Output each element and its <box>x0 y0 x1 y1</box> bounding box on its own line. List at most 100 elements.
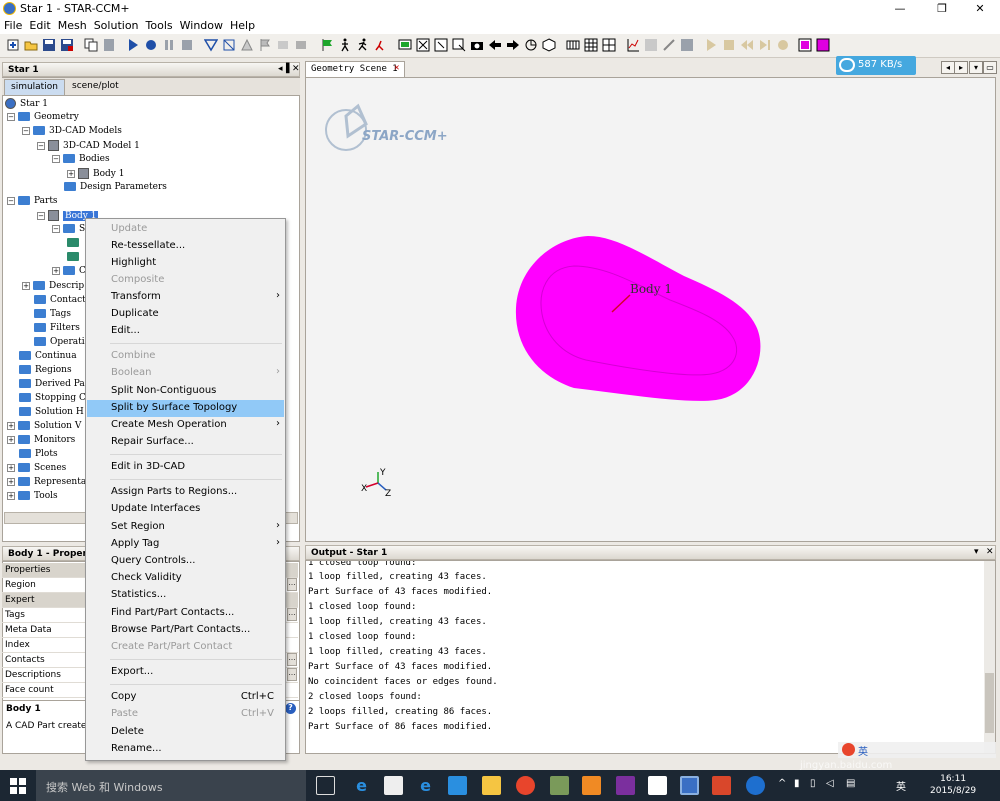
ime-toolbar[interactable]: 英 <box>838 742 996 758</box>
menu-help[interactable]: Help <box>226 18 258 32</box>
menu-item-split-non-contiguous[interactable]: Split Non-Contiguous <box>87 383 284 400</box>
save-icon[interactable] <box>42 38 56 52</box>
copy-icon[interactable] <box>84 38 98 52</box>
tree-item-representations[interactable]: + Representa <box>7 477 86 491</box>
step-icon[interactable] <box>144 38 158 52</box>
powerpoint-icon[interactable] <box>712 776 731 795</box>
tree-item-tools[interactable]: + Tools <box>7 491 58 505</box>
tree-item-filters[interactable]: Filters <box>34 323 80 337</box>
menu-window[interactable]: Window <box>176 18 226 32</box>
tree-item-geometry[interactable]: − Geometry <box>7 112 79 126</box>
volume-icon[interactable]: ◁ <box>826 778 834 789</box>
prop-descriptions-edit-button[interactable]: … <box>287 668 297 681</box>
menu-item-rename[interactable]: Rename... <box>87 741 284 758</box>
collapse-icon[interactable]: − <box>37 141 45 150</box>
tab-scene-plot[interactable]: scene/plot <box>66 79 125 95</box>
run-icon[interactable] <box>126 38 140 52</box>
tree-item-tags[interactable]: Tags <box>34 309 71 323</box>
stop-icon[interactable] <box>180 38 194 52</box>
tree-item-design-parameters[interactable]: Design Parameters <box>64 182 167 196</box>
tab-list-icon[interactable]: ▾ <box>969 61 983 74</box>
tree-item-3d-cad-model-1[interactable]: −3D-CAD Model 1 <box>37 140 140 154</box>
panel-close-icon[interactable]: ✕ <box>292 64 300 74</box>
expand-icon[interactable]: + <box>7 463 15 472</box>
file-explorer-icon[interactable] <box>482 776 501 795</box>
collapse-icon[interactable]: − <box>7 112 15 121</box>
menu-edit[interactable]: Edit <box>25 18 53 32</box>
feather-app-icon[interactable] <box>448 776 467 795</box>
surface-mesh-icon[interactable] <box>222 38 236 52</box>
menu-item-edit-in-3d-cad[interactable]: Edit in 3D-CAD <box>87 459 284 476</box>
help-icon[interactable]: ? <box>285 703 296 714</box>
menu-item-browse-part-contacts[interactable]: Browse Part/Part Contacts... <box>87 622 284 639</box>
menu-item-assign-parts-to-regions[interactable]: Assign Parts to Regions... <box>87 484 284 501</box>
panel-minimize-icon[interactable]: ◂▐ <box>278 64 289 74</box>
volume-mesh-icon[interactable] <box>240 38 254 52</box>
tree-item-plots[interactable]: Plots <box>19 449 58 463</box>
menu-item-create-part-contact[interactable]: Create Part/Part Contact <box>87 639 284 656</box>
image-viewer-icon[interactable] <box>550 776 569 795</box>
app-orange-icon[interactable] <box>582 776 601 795</box>
flag-gray-icon[interactable] <box>258 38 272 52</box>
menu-item-query-controls[interactable]: Query Controls... <box>87 553 284 570</box>
tree-item-stopping-criteria[interactable]: Stopping C <box>19 393 86 407</box>
maximize-scene-icon[interactable]: ▭ <box>983 61 997 74</box>
minimize-button[interactable]: — <box>880 0 920 18</box>
geometry-scene-viewport[interactable]: STAR-CCM+ Body 1 Y X Z <box>305 77 996 542</box>
output-scrollbar-thumb[interactable] <box>985 673 994 733</box>
tree-item-operations[interactable]: Operati <box>34 337 85 351</box>
vector-icon[interactable] <box>662 38 676 52</box>
tree-item-3d-cad-models[interactable]: −3D-CAD Models <box>22 126 122 140</box>
ime-lang[interactable]: 英 <box>858 743 868 758</box>
edge-browser-icon[interactable]: e <box>352 776 371 795</box>
video-editor-icon[interactable] <box>648 776 667 795</box>
scroll-tabs-right-icon[interactable]: ▸ <box>954 61 968 74</box>
stop-anim-icon[interactable] <box>722 38 736 52</box>
menu-item-find-part-contacts[interactable]: Find Part/Part Contacts... <box>87 605 284 622</box>
menu-item-check-validity[interactable]: Check Validity <box>87 570 284 587</box>
generate-icon[interactable] <box>294 38 308 52</box>
step-fwd-icon[interactable] <box>758 38 772 52</box>
tree-item-parts[interactable]: − Parts <box>7 196 58 210</box>
save-as-icon[interactable] <box>60 38 74 52</box>
expand-icon[interactable]: + <box>7 421 15 430</box>
tree-item-bodies[interactable]: − Bodies <box>52 154 110 168</box>
tree-item-star1[interactable]: Star 1 <box>5 98 48 112</box>
menu-item-split-by-surface-topology[interactable]: Split by Surface Topology <box>87 400 284 417</box>
menu-item-edit[interactable]: Edit... <box>87 323 284 340</box>
menu-item-duplicate[interactable]: Duplicate <box>87 306 284 323</box>
output-close-icon[interactable]: ✕ <box>986 547 994 557</box>
taskbar-search-box[interactable]: 搜索 Web 和 Windows <box>36 770 306 801</box>
menu-item-delete[interactable]: Delete <box>87 724 284 741</box>
expand-icon[interactable]: + <box>22 281 30 290</box>
prop-region-edit-button[interactable]: … <box>287 578 297 591</box>
menu-item-update-interfaces[interactable]: Update Interfaces <box>87 501 284 518</box>
network-icon[interactable]: ▮ <box>794 778 800 789</box>
tree-item-scenes[interactable]: + Scenes <box>7 463 66 477</box>
tree-item-surfaces[interactable]: − S <box>52 224 85 238</box>
cube-view-icon[interactable] <box>542 38 556 52</box>
open-icon[interactable] <box>24 38 38 52</box>
screen-icon[interactable] <box>398 38 412 52</box>
run-red-icon[interactable] <box>374 38 388 52</box>
film-icon[interactable] <box>566 38 580 52</box>
new-simulation-icon[interactable] <box>6 38 20 52</box>
menu-item-create-mesh-operation[interactable]: Create Mesh Operation › <box>87 417 284 434</box>
menu-item-statistics[interactable]: Statistics... <box>87 587 284 604</box>
menu-file[interactable]: File <box>0 18 25 32</box>
pause-icon[interactable] <box>162 38 176 52</box>
prop-contacts-edit-button[interactable]: … <box>287 653 297 666</box>
menu-item-combine[interactable]: Combine <box>87 348 284 365</box>
run-man-icon[interactable] <box>356 38 370 52</box>
mesh-icon[interactable] <box>204 38 218 52</box>
collapse-icon[interactable]: − <box>37 211 45 220</box>
menu-item-composite[interactable]: Composite <box>87 272 284 289</box>
maximize-button[interactable]: ❐ <box>922 0 962 18</box>
tab-simulation[interactable]: simulation <box>4 79 65 95</box>
arrow-right-icon[interactable] <box>506 38 520 52</box>
ie-browser-icon[interactable]: e <box>416 776 435 795</box>
onenote-icon[interactable] <box>616 776 635 795</box>
menu-solution[interactable]: Solution <box>90 18 142 32</box>
rotate-icon[interactable] <box>524 38 538 52</box>
record-icon[interactable] <box>776 38 790 52</box>
